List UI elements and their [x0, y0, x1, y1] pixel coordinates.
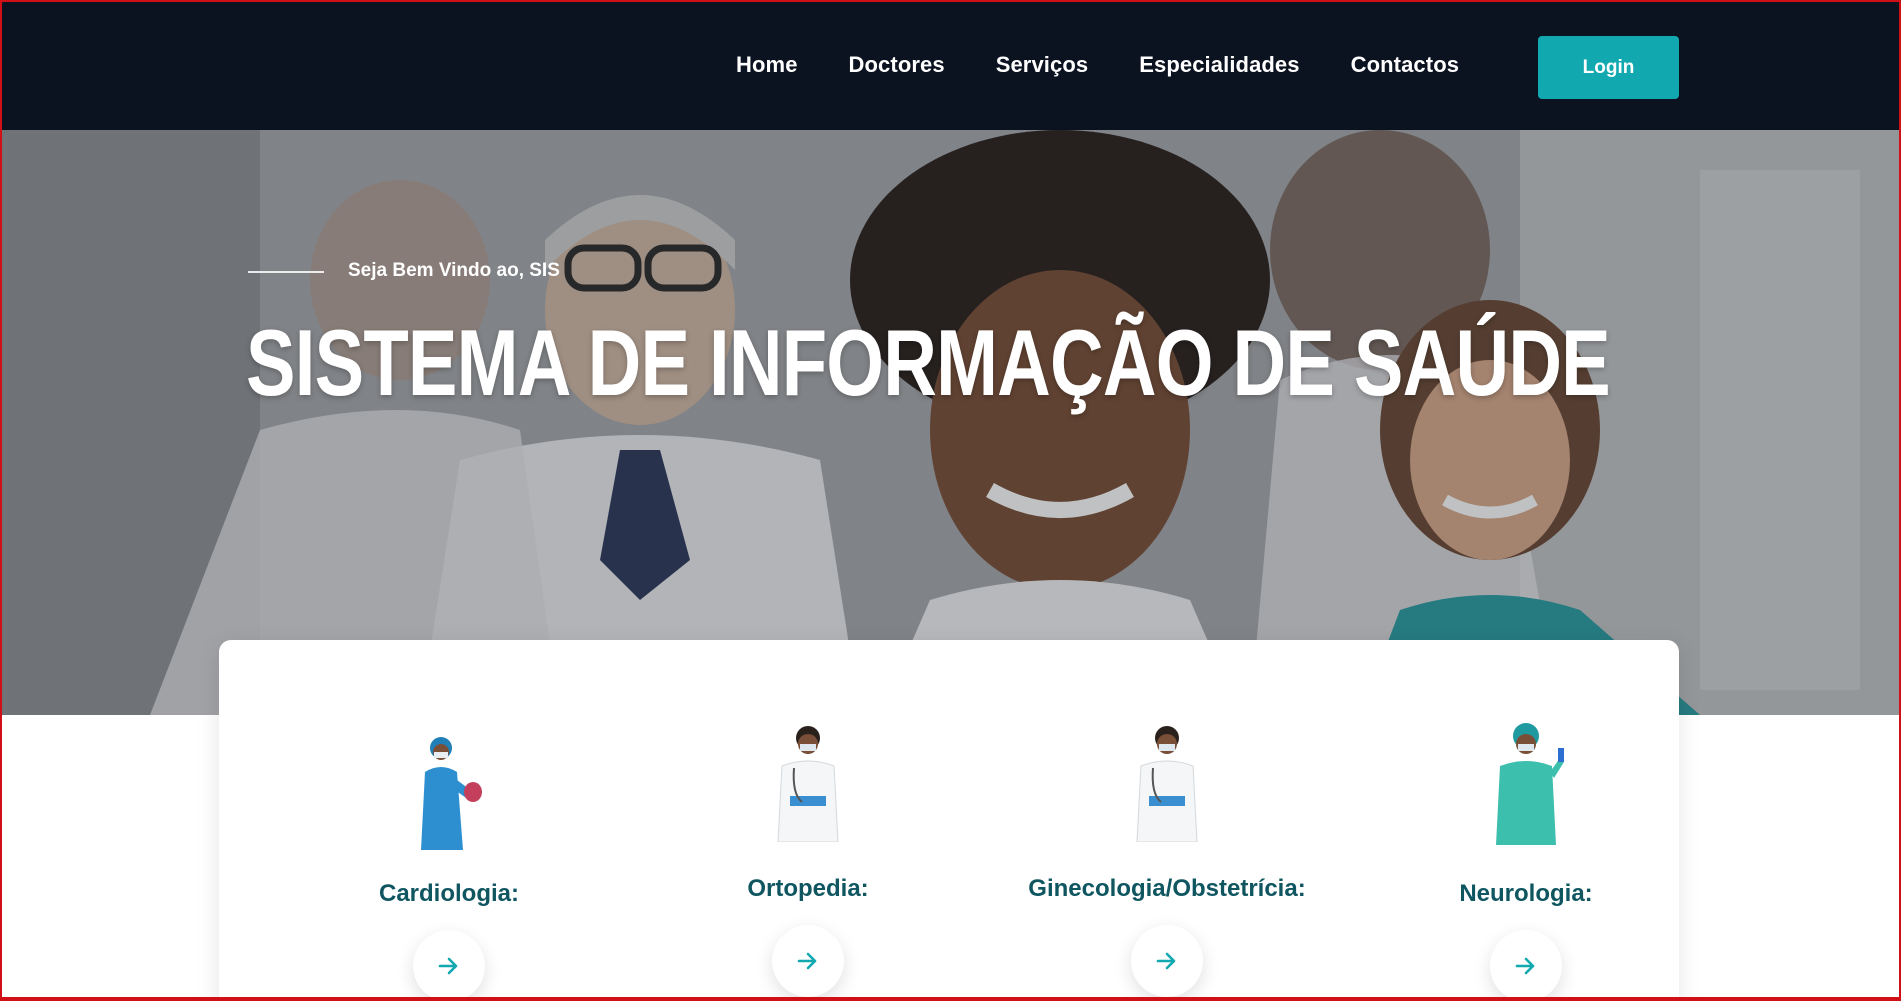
nurse-teal-scrubs-icon: [1496, 723, 1564, 845]
specialty-label: Cardiologia:: [378, 880, 519, 907]
specialty-arrow-button[interactable]: [1131, 925, 1203, 997]
nav-doctores[interactable]: Doctores: [849, 52, 945, 78]
doctor-white-coat-icon: [1136, 726, 1198, 842]
hero-welcome-text: Seja Bem Vindo ao, SIS: [348, 260, 560, 281]
login-button[interactable]: Login: [1538, 36, 1679, 99]
top-navbar: Home Doctores Serviços Especialidades Co…: [0, 0, 1901, 130]
hero-banner: Seja Bem Vindo ao, SIS SISTEMA DE INFORM…: [0, 130, 1901, 715]
specialty-label: Ginecologia/Obstetrícia:: [1028, 875, 1306, 902]
nav-especialidades[interactable]: Especialidades: [1139, 52, 1299, 78]
main-nav: Home Doctores Serviços Especialidades Co…: [736, 52, 1510, 78]
specialty-label: Ortopedia:: [747, 875, 869, 902]
arrow-right-icon: [438, 957, 458, 975]
specialty-arrow-button[interactable]: [413, 930, 485, 1001]
hero-title: SISTEMA DE INFORMAÇÃO DE SAÚDE: [246, 310, 1611, 415]
arrow-right-icon: [797, 952, 817, 970]
nav-contactos[interactable]: Contactos: [1351, 52, 1459, 78]
arrow-right-icon: [1156, 952, 1176, 970]
specialty-arrow-button[interactable]: [1490, 930, 1562, 1001]
specialty-label: Neurologia:: [1459, 880, 1593, 907]
specialties-card: Cardiologia: Ortopedia: Ginecologia/Obst…: [219, 640, 1679, 1001]
nav-servicos[interactable]: Serviços: [996, 52, 1089, 78]
nav-home[interactable]: Home: [736, 52, 798, 78]
doctor-blue-gown-icon: [421, 737, 482, 850]
hero-decorative-line: [248, 271, 324, 273]
doctor-white-coat-icon: [777, 726, 839, 842]
arrow-right-icon: [1515, 957, 1535, 975]
specialty-arrow-button[interactable]: [772, 925, 844, 997]
hero-dark-overlay: [0, 130, 1901, 715]
